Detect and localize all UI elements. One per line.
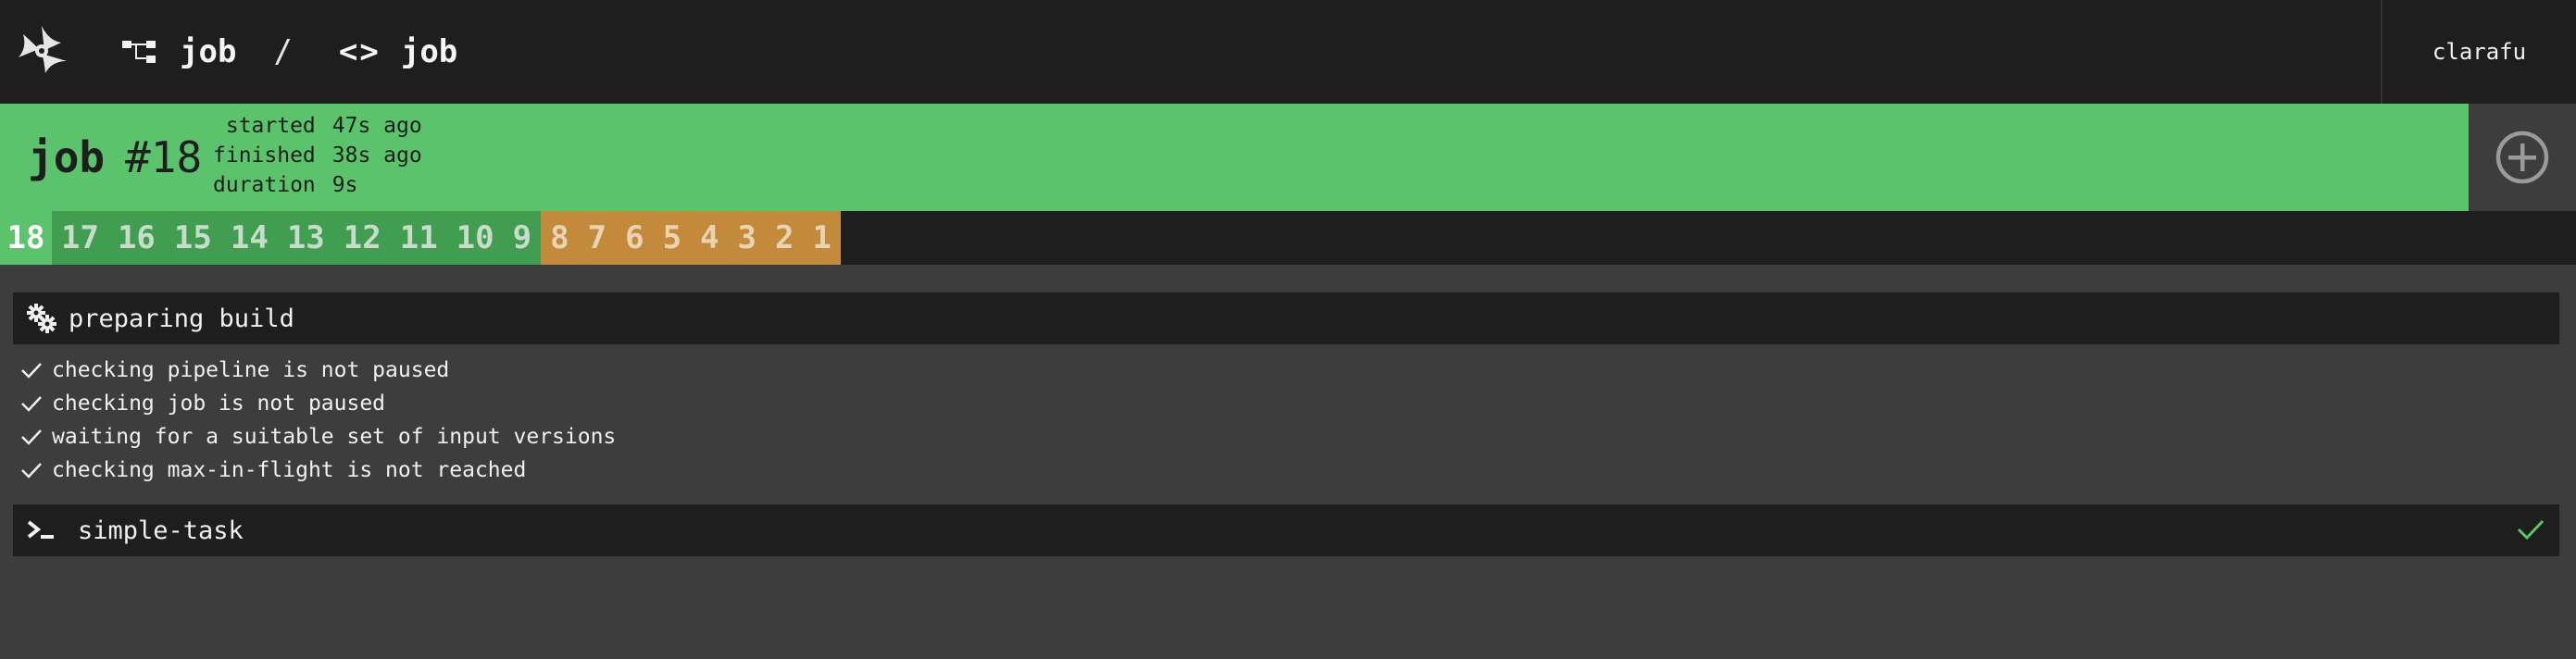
build-tabs: 18 17 16 15 14 13 12 11 10 9 8 7 6 5 4 3 2 1 <box>0 211 2576 265</box>
preparing-build-title: preparing build <box>69 304 294 333</box>
top-bar: job / <> job clarafu <box>0 0 2576 104</box>
build-times: started 47s ago finished 38s ago duratio… <box>213 111 422 200</box>
check-icon <box>21 463 42 479</box>
breadcrumb-job[interactable]: job <box>401 33 457 70</box>
build-tab-17[interactable]: 17 <box>52 211 108 265</box>
finished-label: finished <box>213 143 316 168</box>
check-item-label: checking max-in-flight is not reached <box>52 458 527 482</box>
build-tab-10[interactable]: 10 <box>446 211 504 265</box>
build-tab-15[interactable]: 15 <box>164 211 221 265</box>
user-menu[interactable]: clarafu <box>2381 0 2576 104</box>
task-name: simple-task <box>78 516 244 545</box>
build-tab-3[interactable]: 3 <box>728 211 767 265</box>
task-step-header[interactable]: simple-task <box>13 504 2559 556</box>
duration-label: duration <box>213 173 316 197</box>
check-item: checking max-in-flight is not reached <box>20 454 616 487</box>
check-icon <box>2517 517 2545 548</box>
terminal-icon <box>26 516 57 544</box>
add-circle-icon <box>2495 131 2549 184</box>
build-tab-12[interactable]: 12 <box>333 211 391 265</box>
build-header: job #18 started 47s ago finished 38s ago… <box>0 104 2469 211</box>
check-icon <box>21 396 42 412</box>
build-tab-2[interactable]: 2 <box>766 211 804 265</box>
breadcrumb-pipeline[interactable]: job <box>180 33 236 70</box>
duration-value: 9s <box>331 173 358 197</box>
build-tab-6[interactable]: 6 <box>616 211 654 265</box>
build-tab-16[interactable]: 16 <box>107 211 165 265</box>
gears-icon <box>26 303 57 334</box>
build-tab-14[interactable]: 14 <box>220 211 278 265</box>
build-job-name[interactable]: job <box>28 132 105 182</box>
check-icon <box>21 429 42 445</box>
trigger-build-button[interactable] <box>2469 104 2576 211</box>
finished-value: 38s ago <box>331 143 422 168</box>
pipeline-icon <box>122 41 156 63</box>
check-item-label: checking pipeline is not paused <box>52 358 450 382</box>
code-brackets-icon: <> <box>338 33 381 70</box>
build-tab-18[interactable]: 18 <box>0 211 52 265</box>
check-item-label: checking job is not paused <box>52 392 386 416</box>
build-tab-9[interactable]: 9 <box>503 211 542 265</box>
breadcrumb: job / <> job <box>120 0 457 104</box>
started-value: 47s ago <box>331 114 422 138</box>
build-tab-8[interactable]: 8 <box>541 211 579 265</box>
preparing-checks: checking pipeline is not paused checking… <box>20 354 616 487</box>
check-item-label: waiting for a suitable set of input vers… <box>52 425 617 449</box>
preparing-build-header[interactable]: preparing build <box>13 292 2559 344</box>
user-name[interactable]: clarafu <box>2432 39 2526 65</box>
build-tab-11[interactable]: 11 <box>390 211 447 265</box>
build-tab-1[interactable]: 1 <box>803 211 841 265</box>
build-tab-list: 18 17 16 15 14 13 12 11 10 9 8 7 6 5 4 3 2 1 <box>0 211 2576 265</box>
build-title: job #18 <box>28 104 202 211</box>
build-number: #18 <box>125 132 203 182</box>
build-tab-4[interactable]: 4 <box>691 211 729 265</box>
build-tab-5[interactable]: 5 <box>653 211 692 265</box>
breadcrumb-separator: / <box>273 33 293 70</box>
check-item: checking job is not paused <box>20 387 616 420</box>
check-item: checking pipeline is not paused <box>20 354 616 387</box>
check-item: waiting for a suitable set of input vers… <box>20 420 616 454</box>
started-label: started <box>225 114 316 138</box>
concourse-logo-icon[interactable] <box>11 20 72 81</box>
build-tab-7[interactable]: 7 <box>578 211 617 265</box>
build-tab-13[interactable]: 13 <box>277 211 334 265</box>
check-icon <box>21 363 42 379</box>
